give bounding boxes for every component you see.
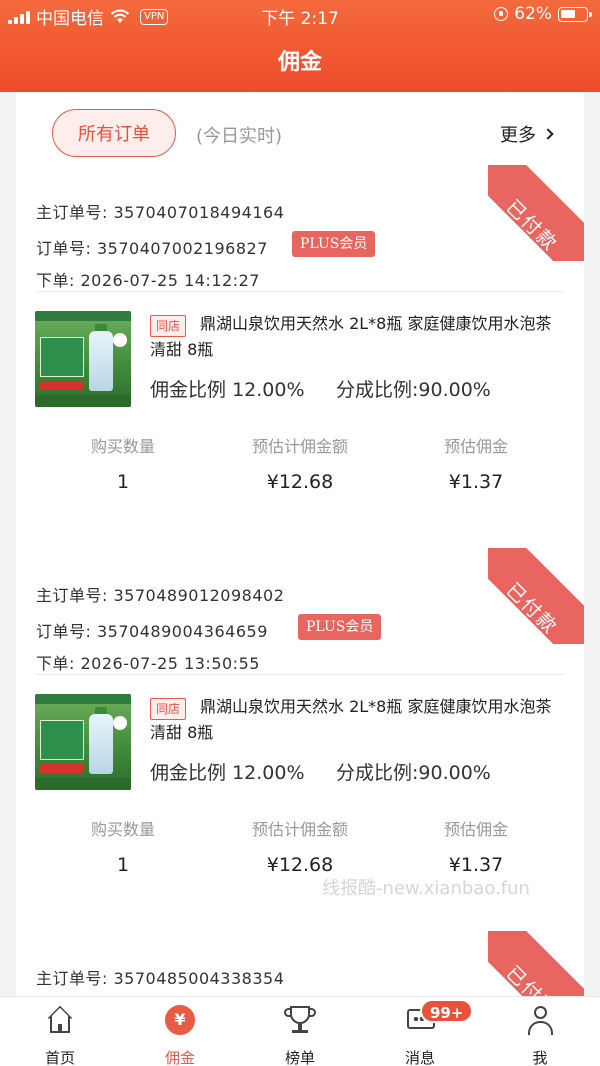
home-icon bbox=[46, 1005, 74, 1035]
qty-label: 购买数量 bbox=[90, 820, 155, 839]
est-commission-value: ¥1.37 bbox=[448, 471, 504, 493]
battery-level bbox=[561, 9, 575, 18]
tab-me[interactable]: 我 bbox=[480, 997, 600, 1066]
qty-value: 1 bbox=[116, 854, 130, 876]
order-card[interactable]: 已付款 主订单号: 3570485004338354 bbox=[16, 931, 584, 996]
more-label: 更多 bbox=[500, 125, 536, 146]
orders-card: 所有订单 (今日实时) 更多 已付款 主订单号: 357040701849416… bbox=[16, 92, 584, 996]
status-right: 62% bbox=[494, 4, 592, 24]
est-commission-amount-label: 预估计佣金额 bbox=[251, 820, 348, 839]
product-title[interactable]: 鼎湖山泉饮用天然水 2L*8瓶 家庭健康饮用水泡茶清甜 8瓶 bbox=[150, 311, 560, 363]
tab-today-realtime[interactable]: (今日实时) bbox=[196, 122, 282, 148]
commission-rate: 佣金比例 12.00% bbox=[150, 375, 305, 402]
qty-label: 购买数量 bbox=[90, 437, 155, 456]
qty-value: 1 bbox=[116, 471, 130, 493]
order-card[interactable]: 已付款 主订单号: 3570489012098402 订单号: 35704890… bbox=[16, 548, 584, 930]
share-rate-label: 分成比例: bbox=[336, 379, 419, 401]
main-order-row: 主订单号: 3570407018494164 bbox=[36, 199, 284, 223]
order-label: 订单号: bbox=[36, 239, 92, 258]
main-order-number: 3570485004338354 bbox=[113, 969, 285, 988]
placed-row: 下单: 2026-07-25 13:50:55 bbox=[36, 650, 260, 674]
main-order-label: 主订单号: bbox=[36, 586, 108, 605]
rotation-lock-icon bbox=[494, 7, 509, 21]
tab-home[interactable]: 首页 bbox=[0, 997, 120, 1066]
product-title[interactable]: 鼎湖山泉饮用天然水 2L*8瓶 家庭健康饮用水泡茶清甜 8瓶 bbox=[150, 694, 560, 746]
filter-tabs: 所有订单 (今日实时) 更多 bbox=[16, 92, 584, 176]
bottom-tab-bar: 首页 ¥ 佣金 榜单 消息 我 bbox=[0, 996, 600, 1066]
trophy-icon bbox=[284, 1005, 316, 1035]
app-header: 中国电信 VPN 下午 2:17 62% 佣金 bbox=[0, 0, 600, 92]
main-order-label: 主订单号: bbox=[36, 203, 108, 222]
tab-ranking-label: 榜单 bbox=[284, 1049, 315, 1066]
placed-row: 下单: 2026-07-25 14:12:27 bbox=[36, 267, 260, 291]
order-card[interactable]: 已付款 主订单号: 3570407018494164 订单号: 35704070… bbox=[16, 165, 584, 547]
placed-time: 2026-07-25 14:12:27 bbox=[80, 271, 260, 290]
main-order-row: 主订单号: 3570489012098402 bbox=[36, 582, 284, 606]
tab-home-label: 首页 bbox=[44, 1049, 75, 1066]
yen-icon: ¥ bbox=[165, 1005, 195, 1035]
page-title: 佣金 bbox=[277, 50, 322, 75]
placed-label: 下单: bbox=[36, 654, 75, 673]
est-commission-value: ¥1.37 bbox=[448, 854, 504, 876]
commission-rate-label: 佣金比例 bbox=[150, 379, 227, 401]
main-order-number: 3570489012098402 bbox=[113, 586, 285, 605]
same-store-tag: 同店 bbox=[150, 315, 187, 337]
message-count-badge: 99+ bbox=[420, 999, 474, 1023]
est-commission-label: 预估佣金 bbox=[443, 437, 508, 456]
share-rate-value: 90.00% bbox=[418, 379, 491, 401]
product-image[interactable] bbox=[35, 311, 131, 407]
status-bar: 中国电信 VPN 下午 2:17 62% bbox=[0, 0, 600, 30]
order-label: 订单号: bbox=[36, 622, 92, 641]
main-order-number: 3570407018494164 bbox=[113, 203, 285, 222]
share-rate-label: 分成比例: bbox=[336, 762, 419, 784]
placed-time: 2026-07-25 13:50:55 bbox=[80, 654, 260, 673]
est-commission-label: 预估佣金 bbox=[443, 820, 508, 839]
commission-rate: 佣金比例 12.00% bbox=[150, 758, 305, 785]
commission-rate-label: 佣金比例 bbox=[150, 762, 227, 784]
main-order-label: 主订单号: bbox=[36, 969, 108, 988]
est-commission-amount-value: ¥12.68 bbox=[266, 854, 334, 876]
tab-me-label: 我 bbox=[532, 1049, 548, 1066]
same-store-tag: 同店 bbox=[150, 698, 187, 720]
battery-nub bbox=[589, 11, 592, 17]
share-rate-value: 90.00% bbox=[418, 762, 491, 784]
order-number: 3570407002196827 bbox=[97, 239, 268, 258]
commission-rate-value: 12.00% bbox=[232, 379, 305, 401]
order-number: 3570489004364659 bbox=[97, 622, 268, 641]
tab-all-orders[interactable]: 所有订单 bbox=[52, 109, 176, 157]
tab-commission[interactable]: ¥ 佣金 bbox=[120, 997, 240, 1066]
product-image[interactable] bbox=[35, 694, 131, 790]
more-button[interactable]: 更多 bbox=[500, 121, 554, 147]
battery-percent: 62% bbox=[514, 4, 552, 24]
placed-label: 下单: bbox=[36, 271, 75, 290]
plus-member-badge: PLUS会员 bbox=[292, 231, 376, 257]
divider bbox=[36, 291, 564, 292]
est-commission-amount-label: 预估计佣金额 bbox=[251, 437, 348, 456]
watermark-text: 线报酷-new.xianbao.fun bbox=[322, 878, 530, 899]
share-rate: 分成比例:90.00% bbox=[336, 758, 491, 785]
order-row: 订单号: 3570489004364659 bbox=[36, 618, 268, 642]
user-icon bbox=[526, 1005, 554, 1035]
plus-member-badge: PLUS会员 bbox=[298, 614, 382, 640]
order-row: 订单号: 3570407002196827 bbox=[36, 235, 268, 259]
battery-icon bbox=[558, 6, 592, 22]
chevron-right-icon bbox=[542, 128, 554, 140]
tab-commission-label: 佣金 bbox=[164, 1049, 195, 1066]
commission-rate-value: 12.00% bbox=[232, 762, 305, 784]
tab-ranking[interactable]: 榜单 bbox=[240, 997, 360, 1066]
share-rate: 分成比例:90.00% bbox=[336, 375, 491, 402]
est-commission-amount-value: ¥12.68 bbox=[266, 471, 334, 493]
tab-messages-label: 消息 bbox=[404, 1049, 435, 1066]
divider bbox=[36, 674, 564, 675]
main-order-row: 主订单号: 3570485004338354 bbox=[36, 965, 284, 989]
